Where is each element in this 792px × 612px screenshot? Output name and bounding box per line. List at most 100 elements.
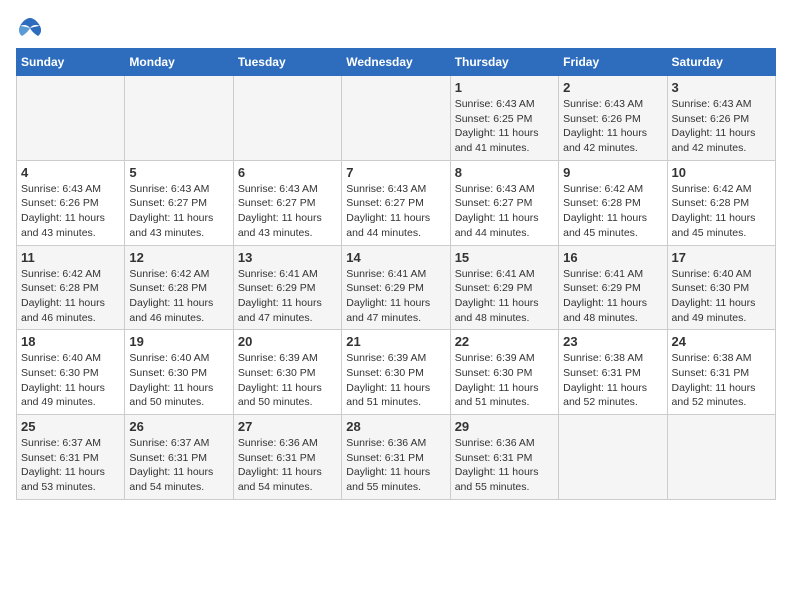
day-info-text: Sunset: 6:31 PM <box>21 451 120 466</box>
day-info-text: Daylight: 11 hours <box>238 296 337 311</box>
day-number: 21 <box>346 334 445 349</box>
day-info-text: Sunrise: 6:43 AM <box>563 97 662 112</box>
day-number: 14 <box>346 250 445 265</box>
day-info-text: Sunrise: 6:43 AM <box>672 97 771 112</box>
day-info-text: Sunset: 6:30 PM <box>672 281 771 296</box>
week-row-2: 11Sunrise: 6:42 AMSunset: 6:28 PMDayligh… <box>17 245 776 330</box>
day-info-text: Sunset: 6:28 PM <box>672 196 771 211</box>
day-number: 20 <box>238 334 337 349</box>
day-info-text: Daylight: 11 hours <box>346 211 445 226</box>
day-info-text: and 51 minutes. <box>346 395 445 410</box>
col-header-tuesday: Tuesday <box>233 49 341 76</box>
day-info-text: Daylight: 11 hours <box>129 211 228 226</box>
day-info-text: Sunrise: 6:40 AM <box>672 267 771 282</box>
calendar-cell: 21 Sunrise: 6:39 AMSunset: 6:30 PMDayligh… <box>342 330 450 415</box>
calendar-cell: 18Sunrise: 6:40 AMSunset: 6:30 PMDayligh… <box>17 330 125 415</box>
day-info-text: and 43 minutes. <box>129 226 228 241</box>
calendar-cell: 12Sunrise: 6:42 AMSunset: 6:28 PMDayligh… <box>125 245 233 330</box>
calendar-cell: 24Sunrise: 6:38 AMSunset: 6:31 PMDayligh… <box>667 330 775 415</box>
day-info-text: and 50 minutes. <box>129 395 228 410</box>
day-info-text: Sunset: 6:25 PM <box>455 112 554 127</box>
day-info-text: and 43 minutes. <box>238 226 337 241</box>
day-info-text: Sunrise: 6:38 AM <box>672 351 771 366</box>
day-info-text: Daylight: 11 hours <box>563 126 662 141</box>
day-number: 28 <box>346 419 445 434</box>
day-info-text: Sunset: 6:31 PM <box>346 451 445 466</box>
day-info-text: Sunset: 6:26 PM <box>21 196 120 211</box>
calendar-cell <box>342 76 450 161</box>
calendar-cell: 23Sunrise: 6:38 AMSunset: 6:31 PMDayligh… <box>559 330 667 415</box>
day-info-text: Sunset: 6:28 PM <box>563 196 662 211</box>
day-number: 2 <box>563 80 662 95</box>
day-info-text: Daylight: 11 hours <box>672 211 771 226</box>
day-info-text: Sunset: 6:31 PM <box>129 451 228 466</box>
day-info-text: Sunrise: 6:43 AM <box>21 182 120 197</box>
day-info-text: Daylight: 11 hours <box>672 296 771 311</box>
day-info-text: Sunrise: 6:43 AM <box>455 97 554 112</box>
day-info-text: Sunset: 6:29 PM <box>563 281 662 296</box>
day-info-text: Sunrise: 6:39 AM <box>346 351 445 366</box>
day-info-text: Sunrise: 6:41 AM <box>455 267 554 282</box>
day-info-text: and 47 minutes. <box>346 311 445 326</box>
day-info-text: and 42 minutes. <box>563 141 662 156</box>
day-number: 5 <box>129 165 228 180</box>
day-info-text: Daylight: 11 hours <box>129 381 228 396</box>
day-info-text: Daylight: 11 hours <box>455 381 554 396</box>
week-row-3: 18Sunrise: 6:40 AMSunset: 6:30 PMDayligh… <box>17 330 776 415</box>
day-info-text: Daylight: 11 hours <box>455 465 554 480</box>
day-info-text: and 46 minutes. <box>129 311 228 326</box>
col-header-friday: Friday <box>559 49 667 76</box>
col-header-sunday: Sunday <box>17 49 125 76</box>
day-info-text: and 45 minutes. <box>563 226 662 241</box>
col-header-monday: Monday <box>125 49 233 76</box>
day-info-text: and 48 minutes. <box>455 311 554 326</box>
day-info-text: Sunset: 6:29 PM <box>238 281 337 296</box>
day-number: 16 <box>563 250 662 265</box>
calendar-cell: 17 Sunrise: 6:40 AMSunset: 6:30 PMDayligh… <box>667 245 775 330</box>
day-number: 24 <box>672 334 771 349</box>
day-info-text: Daylight: 11 hours <box>21 211 120 226</box>
calendar-cell: 6Sunrise: 6:43 AMSunset: 6:27 PMDaylight… <box>233 160 341 245</box>
day-info-text: Daylight: 11 hours <box>346 381 445 396</box>
day-info-text: Daylight: 11 hours <box>238 211 337 226</box>
day-number: 29 <box>455 419 554 434</box>
day-info-text: Sunrise: 6:43 AM <box>455 182 554 197</box>
day-number: 22 <box>455 334 554 349</box>
day-info-text: Sunset: 6:30 PM <box>346 366 445 381</box>
day-info-text: and 49 minutes. <box>21 395 120 410</box>
calendar-cell: 26Sunrise: 6:37 AMSunset: 6:31 PMDayligh… <box>125 415 233 500</box>
day-info-text: and 42 minutes. <box>672 141 771 156</box>
day-number: 18 <box>21 334 120 349</box>
day-info-text: Sunset: 6:28 PM <box>21 281 120 296</box>
day-number: 17 <box>672 250 771 265</box>
day-info-text: and 51 minutes. <box>455 395 554 410</box>
day-info-text: Sunrise: 6:36 AM <box>346 436 445 451</box>
day-info-text: Sunset: 6:30 PM <box>21 366 120 381</box>
day-info-text: Sunrise: 6:38 AM <box>563 351 662 366</box>
day-info-text: Sunrise: 6:43 AM <box>346 182 445 197</box>
calendar-cell: 8Sunrise: 6:43 AMSunset: 6:27 PMDaylight… <box>450 160 558 245</box>
week-row-1: 4Sunrise: 6:43 AMSunset: 6:26 PMDaylight… <box>17 160 776 245</box>
day-info-text: and 54 minutes. <box>129 480 228 495</box>
day-number: 26 <box>129 419 228 434</box>
day-info-text: Sunset: 6:27 PM <box>346 196 445 211</box>
day-info-text: Sunset: 6:31 PM <box>238 451 337 466</box>
day-info-text: Sunrise: 6:36 AM <box>238 436 337 451</box>
day-info-text: and 46 minutes. <box>21 311 120 326</box>
calendar-cell: 14Sunrise: 6:41 AMSunset: 6:29 PMDayligh… <box>342 245 450 330</box>
calendar-cell: 29Sunrise: 6:36 AMSunset: 6:31 PMDayligh… <box>450 415 558 500</box>
day-info-text: Sunrise: 6:42 AM <box>563 182 662 197</box>
day-info-text: and 44 minutes. <box>346 226 445 241</box>
day-info-text: Daylight: 11 hours <box>672 126 771 141</box>
day-info-text: Daylight: 11 hours <box>21 381 120 396</box>
day-info-text: Daylight: 11 hours <box>21 465 120 480</box>
calendar-cell: 9Sunrise: 6:42 AMSunset: 6:28 PMDaylight… <box>559 160 667 245</box>
day-info-text: and 48 minutes. <box>563 311 662 326</box>
calendar-cell: 22Sunrise: 6:39 AMSunset: 6:30 PMDayligh… <box>450 330 558 415</box>
logo-icon <box>16 16 44 38</box>
day-info-text: and 52 minutes. <box>563 395 662 410</box>
day-info-text: Daylight: 11 hours <box>563 381 662 396</box>
day-info-text: and 55 minutes. <box>455 480 554 495</box>
day-info-text: Daylight: 11 hours <box>238 381 337 396</box>
day-number: 10 <box>672 165 771 180</box>
